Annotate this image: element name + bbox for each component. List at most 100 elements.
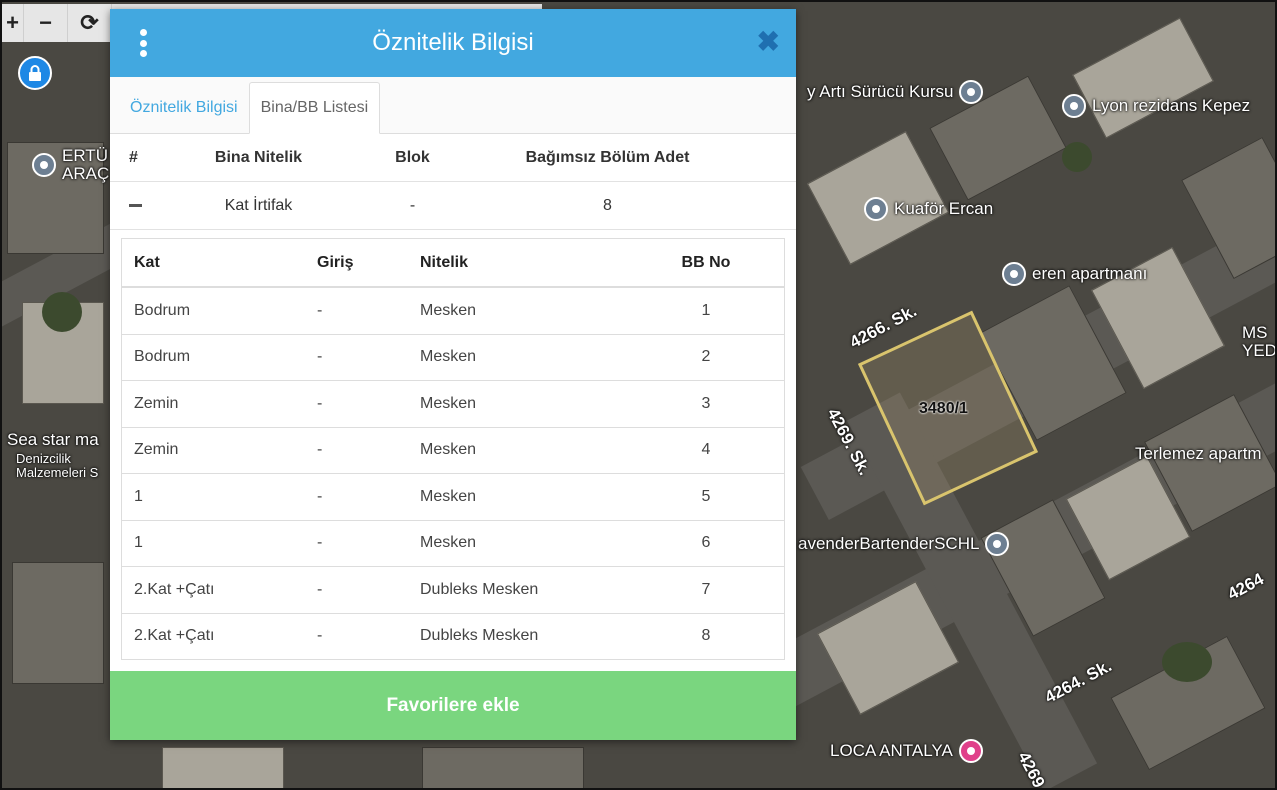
tab-bina-bb-listesi[interactable]: Bina/BB Listesi	[248, 82, 381, 134]
poi-label: LOCA ANTALYA	[830, 741, 953, 760]
poi-bartender[interactable]: avenderBartenderSCHL	[798, 532, 1010, 556]
hotel-pin-icon	[958, 739, 983, 763]
attribute-dialog: Öznitelik Bilgisi ✖ Öznitelik Bilgisi Bi…	[110, 9, 796, 740]
blok-value: -	[409, 196, 416, 214]
location-pin-icon	[32, 153, 56, 177]
lock-button[interactable]	[18, 56, 52, 90]
poi-label: avenderBartenderSCHL	[798, 534, 980, 553]
bb-no-cell: 3	[701, 394, 711, 412]
bb-no-cell: 8	[701, 627, 711, 645]
col-header-bina-nitelik: Bina Nitelik	[214, 148, 303, 166]
kat-cell: Bodrum	[134, 301, 191, 319]
location-pin-icon	[864, 197, 888, 221]
bb-no-cell: 1	[701, 301, 711, 319]
location-pin-icon	[1002, 262, 1026, 286]
bb-no-cell: 7	[701, 580, 711, 598]
nitelik-cell: Mesken	[420, 441, 477, 459]
kat-cell: 1	[134, 487, 143, 505]
kat-cell: 1	[134, 534, 143, 552]
col-header-bb-adet: Bağımsız Bölüm Adet	[525, 148, 690, 166]
poi-label: eren apartmanı	[1032, 264, 1148, 283]
giris-cell: -	[317, 534, 323, 552]
dialog-header: Öznitelik Bilgisi ✖	[110, 9, 796, 77]
table-row[interactable]: Zemin - Mesken 4	[122, 426, 784, 474]
bb-no-cell: 6	[701, 534, 711, 552]
poi-label: Kuaför Ercan	[894, 199, 994, 218]
building	[12, 562, 104, 684]
table-row[interactable]: 2.Kat +Çatı - Dubleks Mesken 7	[122, 566, 784, 613]
poi-label: y Artı Sürücü Kursu	[807, 82, 954, 101]
bb-no-cell: 5	[701, 487, 711, 505]
kat-cell: 2.Kat +Çatı	[134, 580, 215, 598]
bb-no-cell: 2	[701, 348, 711, 366]
collapse-button[interactable]	[110, 197, 162, 215]
giris-cell: -	[317, 301, 323, 319]
minus-icon	[129, 203, 142, 207]
giris-cell: -	[317, 580, 323, 598]
building	[422, 747, 584, 788]
nitelik-cell: Dubleks Mesken	[420, 627, 539, 645]
giris-cell: -	[317, 487, 323, 505]
poi-surucu-kursu[interactable]: y Artı Sürücü Kursu	[807, 80, 984, 104]
tree	[42, 292, 82, 332]
kat-cell: Bodrum	[134, 348, 191, 366]
add-to-favorites-button[interactable]: Favorilere ekle	[110, 671, 796, 740]
summary-row: Kat İrtifak - 8	[110, 182, 796, 230]
tree	[1062, 142, 1092, 172]
poi-denizcilik: Denizcilik Malzemeleri S	[16, 452, 111, 480]
tree	[1162, 642, 1212, 682]
nitelik-cell: Dubleks Mesken	[420, 580, 539, 598]
poi-kuafor-ercan[interactable]: Kuaför Ercan	[864, 197, 993, 221]
table-row[interactable]: 1 - Mesken 5	[122, 473, 784, 520]
tab-oznitelik-bilgisi[interactable]: Öznitelik Bilgisi	[119, 83, 249, 133]
nitelik-cell: Mesken	[420, 301, 477, 319]
giris-cell: -	[317, 627, 323, 645]
poi-ms-yedi[interactable]: MS YEDİ	[1242, 323, 1277, 360]
poi-label: Sea star ma	[7, 430, 99, 449]
giris-cell: -	[317, 441, 323, 459]
bina-nitelik-value: Kat İrtifak	[224, 196, 293, 214]
zoom-out-button[interactable]: −	[24, 4, 68, 42]
refresh-button[interactable]: ⟳	[68, 4, 112, 42]
table-row[interactable]: 1 - Mesken 6	[122, 519, 784, 567]
detail-header-row: Kat Giriş Nitelik BB No	[122, 239, 784, 287]
col-header-giris: Giriş	[317, 253, 354, 271]
building	[1072, 17, 1214, 139]
close-icon[interactable]: ✖	[757, 27, 780, 57]
nitelik-cell: Mesken	[420, 348, 477, 366]
school-pin-icon	[985, 532, 1010, 556]
col-header-nitelik: Nitelik	[420, 253, 469, 271]
location-pin-icon	[1062, 94, 1086, 118]
poi-loca-antalya[interactable]: LOCA ANTALYA	[830, 739, 983, 763]
bb-detail-table: Kat Giriş Nitelik BB No Bodrum - Mesken …	[121, 238, 785, 660]
col-header-kat: Kat	[134, 253, 160, 271]
poi-label: ERTÜ ARAÇ	[62, 146, 110, 183]
table-row[interactable]: Bodrum - Mesken 1	[122, 287, 784, 334]
street-label: 4264	[1224, 569, 1267, 604]
table-row[interactable]: 2.Kat +Çatı - Dubleks Mesken 8	[122, 612, 784, 660]
dialog-title: Öznitelik Bilgisi	[372, 29, 534, 56]
table-row[interactable]: Bodrum - Mesken 2	[122, 333, 784, 381]
poi-label: Denizcilik Malzemeleri S	[16, 451, 99, 480]
tab-bar: Öznitelik Bilgisi Bina/BB Listesi	[110, 77, 796, 134]
kat-cell: 2.Kat +Çatı	[134, 627, 215, 645]
poi-label: MS YEDİ	[1242, 323, 1277, 360]
col-header-blok: Blok	[395, 148, 430, 166]
poi-label: Terlemez apartm	[1135, 444, 1262, 463]
col-header-index: #	[129, 148, 138, 166]
poi-terlemez[interactable]: Terlemez apartm	[1135, 444, 1262, 464]
table-row[interactable]: Zemin - Mesken 3	[122, 380, 784, 427]
poi-ertu[interactable]: ERTÜ ARAÇ	[32, 146, 110, 183]
summary-header-row: # Bina Nitelik Blok Bağımsız Bölüm Adet	[110, 134, 796, 182]
building	[162, 747, 284, 788]
poi-eren-apartmani[interactable]: eren apartmanı	[1002, 262, 1147, 286]
location-pin-icon	[959, 80, 984, 104]
bb-adet-value: 8	[603, 196, 612, 214]
kat-cell: Zemin	[134, 394, 179, 412]
parcel-label: 3480/1	[919, 400, 968, 417]
poi-label: Lyon rezidans Kepez	[1092, 96, 1251, 115]
nitelik-cell: Mesken	[420, 534, 477, 552]
poi-lyon-rezidans[interactable]: Lyon rezidans Kepez	[1062, 94, 1250, 118]
zoom-in-button[interactable]: +	[2, 4, 24, 42]
poi-sea-star[interactable]: Sea star ma	[7, 430, 99, 450]
